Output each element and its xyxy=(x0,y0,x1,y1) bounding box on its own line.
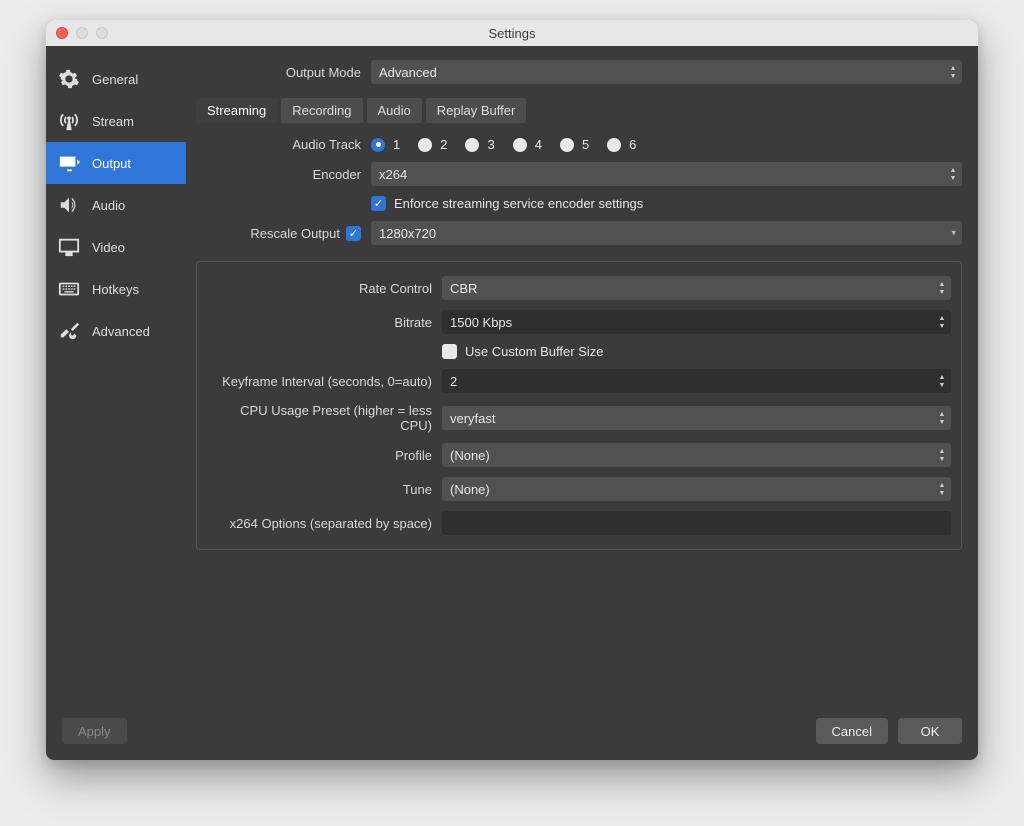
rate-control-select[interactable]: CBR ▲▼ xyxy=(442,276,951,300)
rescale-checkbox[interactable]: ✓ xyxy=(346,226,361,241)
footer: Apply Cancel OK xyxy=(46,706,978,760)
encoder-settings-frame: Rate Control CBR ▲▼ Bitrate 1500 Kbps ▲▼ xyxy=(196,261,962,550)
sidebar-item-label: Stream xyxy=(92,114,134,129)
stepper-icon: ▲▼ xyxy=(935,479,949,499)
audio-track-2-radio[interactable] xyxy=(418,138,432,152)
rate-control-label: Rate Control xyxy=(207,281,442,296)
antenna-icon xyxy=(56,110,82,132)
output-tabs: Streaming Recording Audio Replay Buffer xyxy=(196,98,962,123)
profile-select[interactable]: (None) ▲▼ xyxy=(442,443,951,467)
custom-buffer-label: Use Custom Buffer Size xyxy=(465,344,603,359)
sidebar-item-output[interactable]: Output xyxy=(46,142,186,184)
x264-opts-input[interactable] xyxy=(442,511,951,535)
encoder-select[interactable]: x264 ▲▼ xyxy=(371,162,962,186)
tab-recording[interactable]: Recording xyxy=(281,98,362,123)
sidebar-item-label: General xyxy=(92,72,138,87)
minimize-icon[interactable] xyxy=(76,27,88,39)
rescale-label: Rescale Output xyxy=(250,226,340,241)
stepper-icon: ▲▼ xyxy=(935,312,949,332)
keyboard-icon xyxy=(56,278,82,300)
sidebar-item-audio[interactable]: Audio xyxy=(46,184,186,226)
keyframe-label: Keyframe Interval (seconds, 0=auto) xyxy=(207,374,442,389)
chevron-down-icon: ▾ xyxy=(951,228,956,239)
tune-label: Tune xyxy=(207,482,442,497)
apply-button[interactable]: Apply xyxy=(62,718,127,744)
sidebar-item-video[interactable]: Video xyxy=(46,226,186,268)
sidebar-item-label: Audio xyxy=(92,198,125,213)
monitor-icon xyxy=(56,236,82,258)
bitrate-input[interactable]: 1500 Kbps ▲▼ xyxy=(442,310,951,334)
audio-track-label: Audio Track xyxy=(196,137,371,152)
stepper-icon: ▲▼ xyxy=(935,445,949,465)
sidebar-item-stream[interactable]: Stream xyxy=(46,100,186,142)
sidebar-item-general[interactable]: General xyxy=(46,58,186,100)
cpu-preset-label: CPU Usage Preset (higher = less CPU) xyxy=(207,403,442,433)
output-mode-label: Output Mode xyxy=(196,65,371,80)
tab-audio[interactable]: Audio xyxy=(367,98,422,123)
tools-icon xyxy=(56,320,82,342)
sidebar-item-label: Video xyxy=(92,240,125,255)
audio-track-5-radio[interactable] xyxy=(560,138,574,152)
audio-track-4-radio[interactable] xyxy=(513,138,527,152)
keyframe-input[interactable]: 2 ▲▼ xyxy=(442,369,951,393)
custom-buffer-checkbox[interactable] xyxy=(442,344,457,359)
sidebar-item-hotkeys[interactable]: Hotkeys xyxy=(46,268,186,310)
profile-label: Profile xyxy=(207,448,442,463)
sidebar-item-label: Hotkeys xyxy=(92,282,139,297)
window-title: Settings xyxy=(46,26,978,41)
cpu-preset-select[interactable]: veryfast ▲▼ xyxy=(442,406,951,430)
stepper-icon: ▲▼ xyxy=(946,164,960,184)
output-icon xyxy=(56,152,82,174)
tab-replay-buffer[interactable]: Replay Buffer xyxy=(426,98,527,123)
stepper-icon: ▲▼ xyxy=(935,278,949,298)
settings-window: Settings General Stream Output xyxy=(46,20,978,760)
stepper-icon: ▲▼ xyxy=(946,62,960,82)
sidebar-item-label: Advanced xyxy=(92,324,150,339)
tab-streaming[interactable]: Streaming xyxy=(196,98,277,123)
output-mode-select[interactable]: Advanced ▲▼ xyxy=(371,60,962,84)
enforce-label: Enforce streaming service encoder settin… xyxy=(394,196,643,211)
x264-opts-label: x264 Options (separated by space) xyxy=(207,516,442,531)
audio-track-1-radio[interactable] xyxy=(371,138,385,152)
audio-track-6-radio[interactable] xyxy=(607,138,621,152)
gear-icon xyxy=(56,68,82,90)
audio-track-3-radio[interactable] xyxy=(465,138,479,152)
speaker-icon xyxy=(56,194,82,216)
ok-button[interactable]: OK xyxy=(898,718,962,744)
enforce-checkbox[interactable]: ✓ xyxy=(371,196,386,211)
titlebar: Settings xyxy=(46,20,978,46)
sidebar-item-label: Output xyxy=(92,156,131,171)
stepper-icon: ▲▼ xyxy=(935,408,949,428)
zoom-icon[interactable] xyxy=(96,27,108,39)
sidebar-item-advanced[interactable]: Advanced xyxy=(46,310,186,352)
tune-select[interactable]: (None) ▲▼ xyxy=(442,477,951,501)
rescale-select[interactable]: 1280x720 ▾ xyxy=(371,221,962,245)
close-icon[interactable] xyxy=(56,27,68,39)
sidebar: General Stream Output Audio xyxy=(46,46,186,706)
bitrate-label: Bitrate xyxy=(207,315,442,330)
cancel-button[interactable]: Cancel xyxy=(816,718,888,744)
audio-track-radios: 1 2 3 4 5 6 xyxy=(371,137,636,152)
main-panel: Output Mode Advanced ▲▼ Streaming Record… xyxy=(186,46,978,706)
encoder-label: Encoder xyxy=(196,167,371,182)
stepper-icon: ▲▼ xyxy=(935,371,949,391)
